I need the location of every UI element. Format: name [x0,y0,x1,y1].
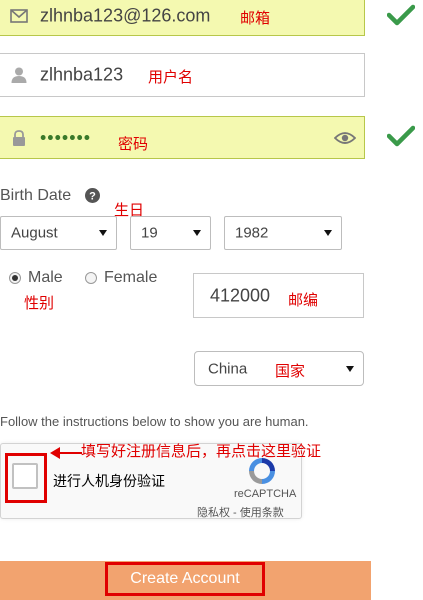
check-icon [387,125,415,147]
eye-icon[interactable] [334,130,356,146]
gender-male-radio[interactable] [9,272,21,284]
gender-female-radio[interactable] [85,272,97,284]
birth-day-select[interactable]: 19 [130,216,211,250]
zip-field[interactable]: 412000 邮编 [193,273,364,318]
email-note: 邮箱 [240,10,271,27]
checkbox-highlight [5,453,47,503]
chevron-down-icon [193,230,201,236]
question-icon[interactable]: ? [85,188,100,203]
arrow-icon [50,447,82,459]
password-field[interactable]: ••••••• 密码 [0,116,365,159]
email-field[interactable]: zlhnba123@126.com 邮箱 [0,0,365,36]
gender-male-label[interactable]: Male [28,269,63,287]
chevron-down-icon [346,365,354,372]
birth-date-label: Birth Date [0,187,72,204]
captcha-instructions: Follow the instructions below to show yo… [0,414,309,429]
birth-year-value: 1982 [235,224,269,242]
birth-month-select[interactable]: August [0,216,117,250]
zip-value: 412000 [210,285,271,305]
password-value: ••••••• [40,127,92,147]
lock-icon [13,129,25,146]
create-account-label: Create Account [130,570,240,587]
country-value: China [208,360,248,377]
username-note: 用户名 [148,69,194,86]
envelope-icon [10,9,28,23]
svg-text:?: ? [89,191,96,203]
recaptcha-links[interactable]: 隐私权 - 使用条款 [197,504,284,520]
email-value: zlhnba123@126.com [40,5,211,26]
chevron-down-icon [324,230,332,236]
birth-day-value: 19 [141,224,158,242]
password-note: 密码 [118,136,149,153]
chevron-down-icon [99,230,107,236]
country-select[interactable]: China 国家 [194,351,364,386]
country-note: 国家 [275,363,306,380]
user-icon [11,67,27,83]
birth-month-value: August [11,224,58,242]
recaptcha-label: 进行人机身份验证 [53,473,165,489]
username-field[interactable]: zlhnba123 用户名 [0,53,365,97]
username-value: zlhnba123 [40,64,124,85]
captcha-annotation: 填写好注册信息后，再点击这里验证 [81,443,322,460]
gender-note: 性别 [24,295,55,312]
gender-female-label[interactable]: Female [104,269,157,287]
recaptcha-brand: reCAPTCHA [234,488,297,500]
check-icon [387,4,415,26]
zip-note: 邮编 [288,292,319,309]
birth-year-select[interactable]: 1982 [224,216,342,250]
create-account-button[interactable]: Create Account [105,562,265,596]
